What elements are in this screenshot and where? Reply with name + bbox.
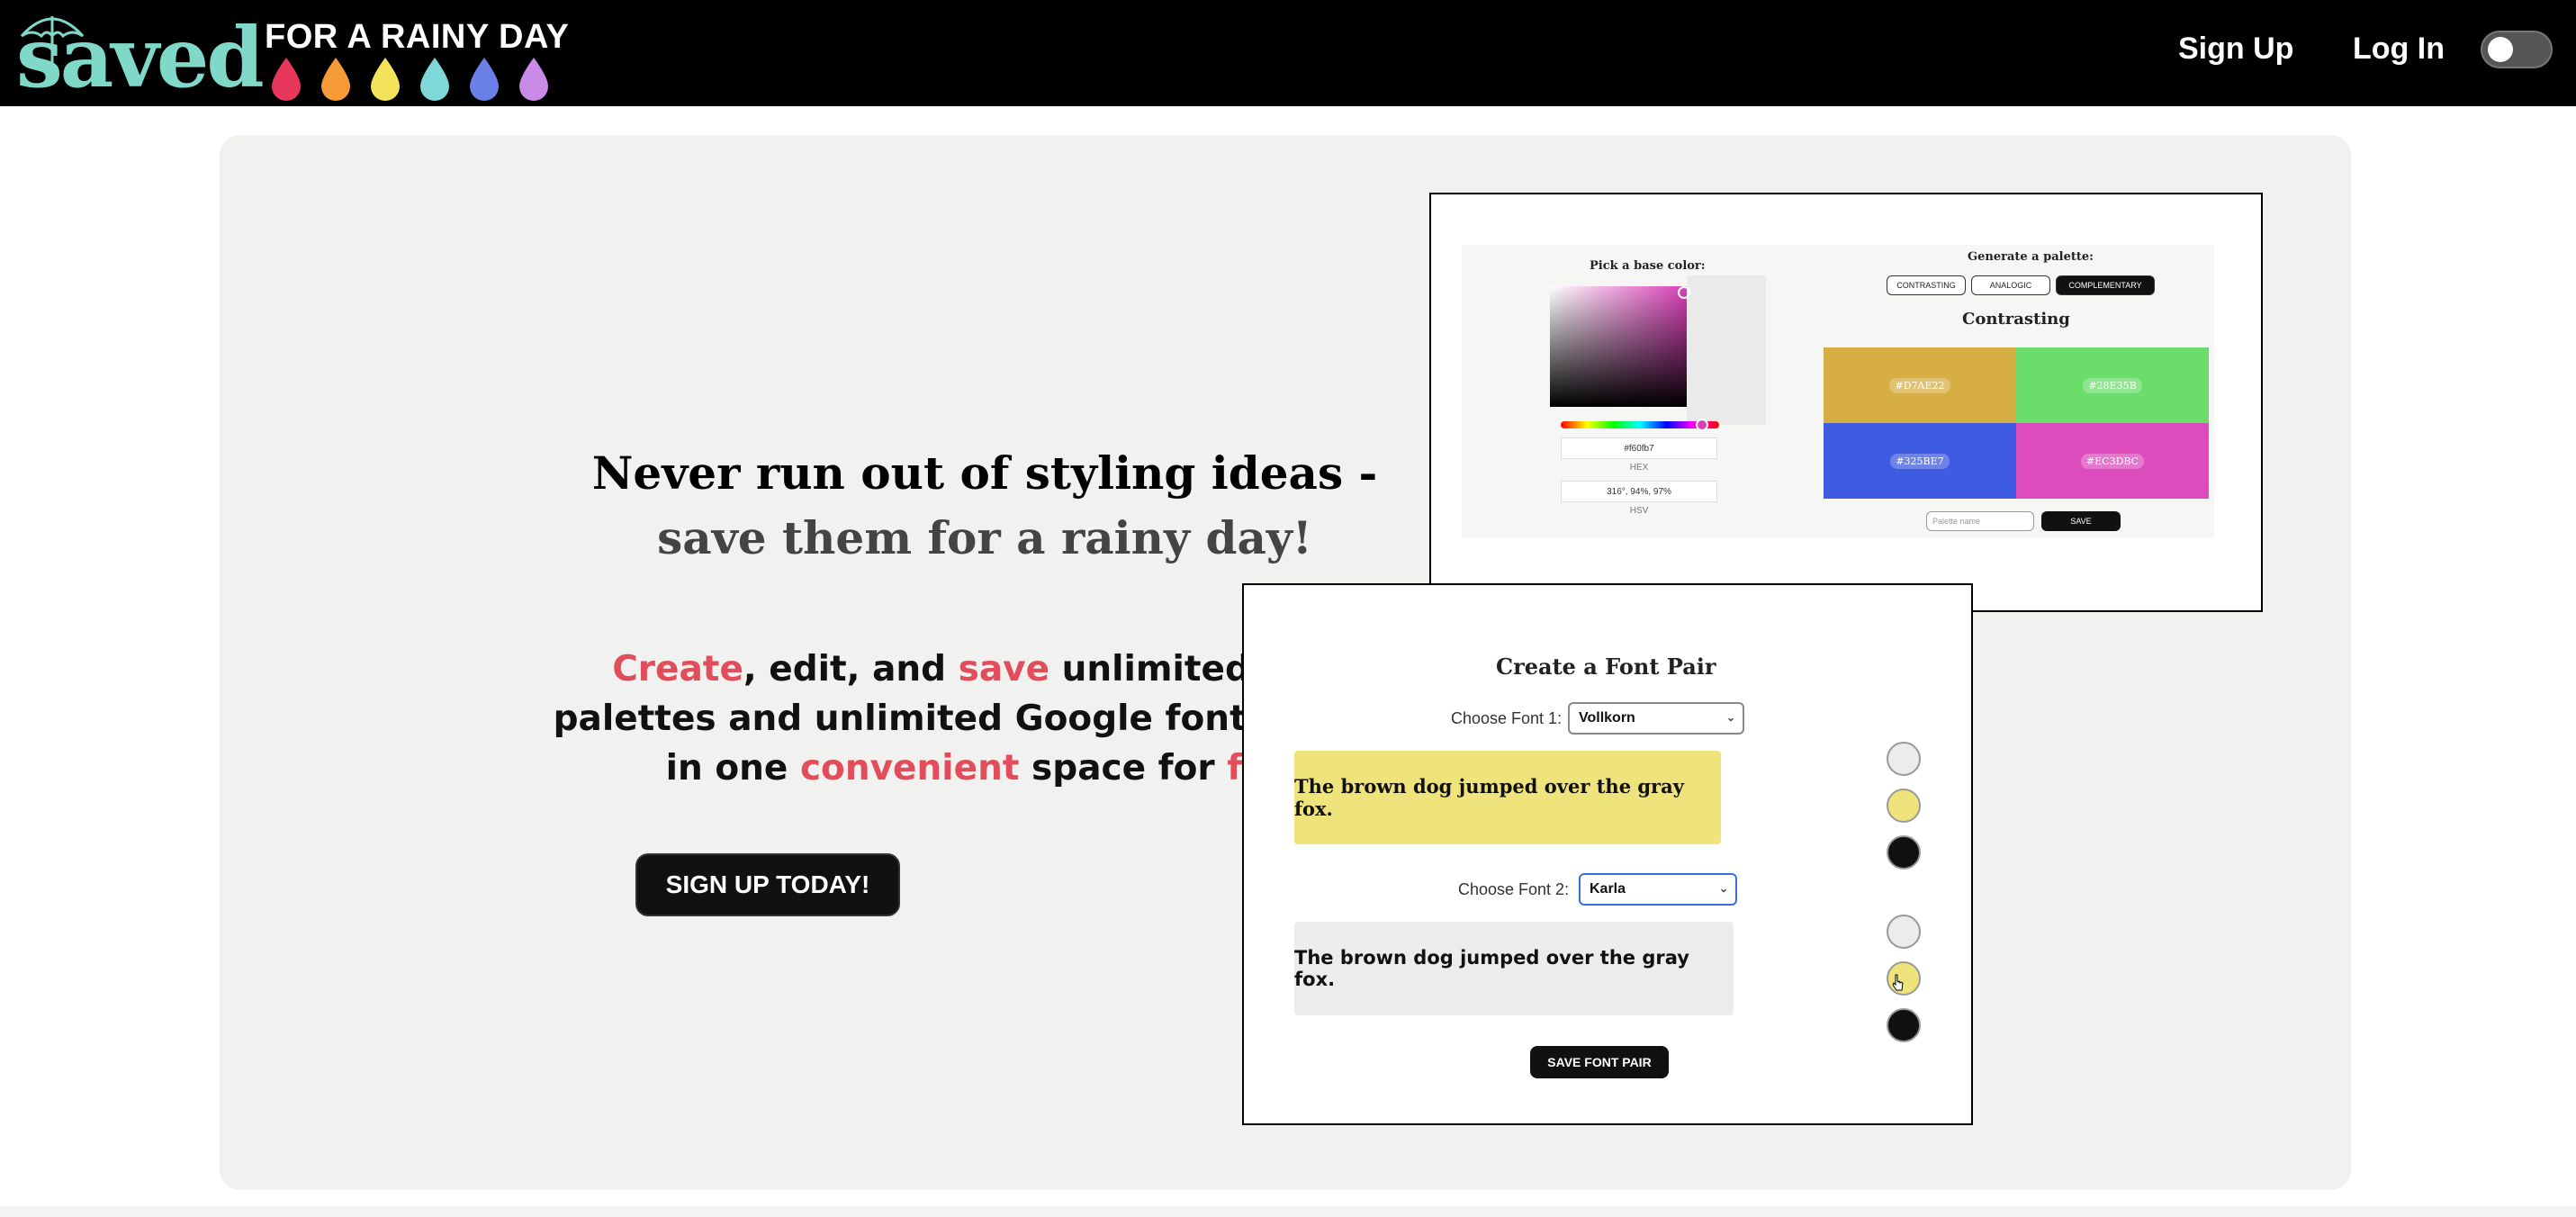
hsv-input[interactable]: 316°, 94%, 97% — [1561, 481, 1717, 502]
font1-select[interactable]: Vollkorn ⌄ — [1568, 702, 1744, 735]
font1-sample: The brown dog jumped over the gray fox. — [1294, 751, 1721, 844]
theme-toggle[interactable] — [2481, 31, 2553, 68]
navbar: saved FOR A RAINY DAY Sign Up Log In — [0, 0, 2576, 106]
raindrops-icon — [272, 58, 548, 101]
raindrop-icon — [519, 58, 548, 101]
hero-title: Never run out of styling ideas - save th… — [544, 441, 1426, 571]
chevron-down-icon: ⌄ — [1718, 882, 1728, 895]
raindrop-icon — [272, 58, 301, 101]
font2-sample: The brown dog jumped over the gray fox. — [1294, 922, 1734, 1015]
hero-title-line2: save them for a rainy day! — [657, 511, 1312, 564]
palette-save-button[interactable]: SAVE — [2041, 511, 2121, 531]
font2-label: Choose Font 2: — [1458, 880, 1570, 898]
hex-input[interactable]: #f60fb7 — [1561, 437, 1717, 459]
toggle-knob — [2488, 37, 2513, 62]
hsv-caption: HSV — [1629, 506, 1649, 516]
page-bottom-strip — [0, 1206, 2576, 1217]
hero-card: Never run out of styling ideas - save th… — [220, 135, 2351, 1190]
save-font-pair-button[interactable]: SAVE FONT PAIR — [1530, 1046, 1669, 1078]
nav-signup-link[interactable]: Sign Up — [2178, 29, 2293, 68]
font1-value: Vollkorn — [1579, 710, 1635, 726]
chevron-down-icon: ⌄ — [1725, 711, 1735, 724]
nav-login-link[interactable]: Log In — [2353, 29, 2445, 68]
swatch-hex: #28E35B — [2083, 377, 2142, 393]
logo-word: saved — [16, 9, 265, 106]
hex-caption: HEX — [1629, 463, 1649, 473]
tab-analogic[interactable]: ANALOGIC — [1971, 275, 2050, 295]
font1-color-dark[interactable] — [1887, 835, 1921, 870]
raindrop-icon — [321, 58, 350, 101]
color-preview-box — [1687, 275, 1766, 425]
swatch-hex: #325BE7 — [1890, 453, 1950, 469]
logo[interactable]: saved FOR A RAINY DAY — [16, 9, 569, 106]
signup-cta-button[interactable]: SIGN UP TODAY! — [635, 853, 900, 916]
swatch-hex: #D7AE22 — [1889, 377, 1950, 393]
tab-contrasting[interactable]: CONTRASTING — [1887, 275, 1966, 295]
pointer-cursor-icon — [1892, 974, 1904, 991]
sub-text: , edit, and — [743, 649, 959, 690]
swatch-hex: #EC3DBC — [2080, 453, 2145, 469]
sub-text: in one — [665, 748, 800, 789]
font-pair-title: Create a Font Pair — [1496, 654, 1716, 680]
font-pair-preview: Create a Font Pair Choose Font 1: Vollko… — [1242, 583, 1973, 1125]
palette-name-input[interactable]: Palette name — [1926, 511, 2034, 531]
palette-preview: Pick a base color: #f60fb7 HEX 316°, 94%… — [1429, 193, 2263, 612]
sub-text: space for — [1019, 748, 1228, 789]
raindrop-icon — [371, 58, 400, 101]
hero-title-line1: Never run out of styling ideas - — [591, 446, 1378, 500]
palette-generator: Pick a base color: #f60fb7 HEX 316°, 94%… — [1462, 245, 2214, 538]
tab-complementary[interactable]: COMPLEMENTARY — [2056, 275, 2155, 295]
highlight-save: save — [958, 649, 1050, 690]
raindrop-icon — [470, 58, 499, 101]
palette-heading: Contrasting — [1962, 310, 2070, 329]
highlight-convenient: convenient — [799, 748, 1020, 789]
font2-value: Karla — [1590, 881, 1626, 897]
font2-color-light[interactable] — [1887, 915, 1921, 949]
swatch-4[interactable]: #EC3DBC — [2016, 423, 2209, 499]
swatch-2[interactable]: #28E35B — [2016, 347, 2209, 423]
picker-handle[interactable] — [1678, 286, 1690, 299]
font1-color-light[interactable] — [1887, 742, 1921, 776]
highlight-create: Create — [612, 649, 743, 690]
hue-slider[interactable] — [1561, 419, 1719, 431]
font1-color-yellow[interactable] — [1887, 789, 1921, 823]
hue-slider-knob[interactable] — [1696, 419, 1708, 431]
pick-color-label: Pick a base color: — [1590, 259, 1706, 273]
font1-label: Choose Font 1: — [1451, 709, 1563, 727]
swatch-3[interactable]: #325BE7 — [1824, 423, 2016, 499]
raindrop-icon — [420, 58, 449, 101]
swatch-1[interactable]: #D7AE22 — [1824, 347, 2016, 423]
font2-color-dark[interactable] — [1887, 1008, 1921, 1042]
color-picker[interactable] — [1550, 286, 1690, 407]
generate-label: Generate a palette: — [1968, 250, 2094, 264]
logo-tagline: FOR A RAINY DAY — [265, 18, 570, 56]
font2-select[interactable]: Karla ⌄ — [1579, 873, 1737, 906]
